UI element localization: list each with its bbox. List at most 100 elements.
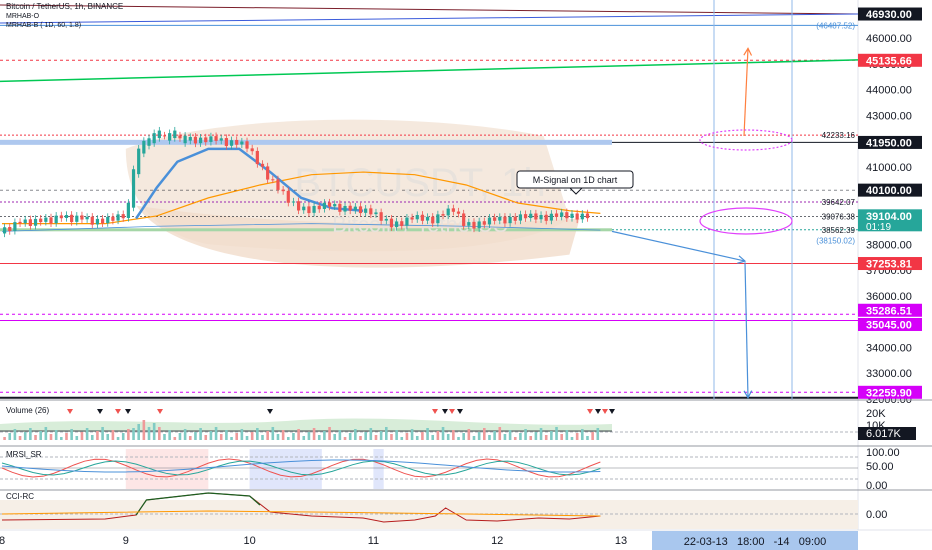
rsi-pane-title[interactable]: MRSI_SR [6,450,42,459]
inline-label: (46487.52) [816,21,855,30]
volume-bar [390,434,393,440]
candle-body [441,214,445,216]
candle-body [291,201,296,203]
level-tag-l35286: 35286.51 [858,303,922,317]
level-tag-l37253: 37253.81 [858,257,922,271]
level-tag-l32259: 32259.90 [858,385,922,399]
volume-bar [508,430,512,440]
volume-bar [194,432,197,440]
candle-body [554,213,559,217]
time-label: 10 [243,535,255,547]
volume-bar [354,429,357,440]
candle-body [183,135,187,144]
candle-body [18,221,22,224]
candle-body [245,141,249,149]
candle-body [80,215,84,220]
volume-bar [173,437,177,440]
candle-body [482,221,486,225]
time-label: 12 [491,535,503,547]
candle-body [333,204,337,207]
price-tick: 36000.00 [866,291,912,303]
candle-body [462,213,466,226]
candle-body [369,208,373,215]
symbol-title[interactable]: Bitcoin / TetherUS, 1h, BINANCE [6,2,123,11]
price-tick: 33000.00 [866,368,912,380]
candle-body [374,212,378,215]
rsi-tick-100: 100.00 [866,447,900,459]
volume-bar [544,435,548,440]
volume-bar [70,429,73,440]
volume-bar [147,427,151,440]
candle-body [539,215,543,220]
level-tag-text: 41950.00 [866,137,912,149]
candle-body [59,215,63,219]
candle-body [508,216,512,224]
volume-bar [13,429,17,440]
candle-body [152,133,156,144]
volume-bar [307,432,311,440]
candle-body [224,138,228,147]
indicator-label-2[interactable]: MRHAB-B ( 1D, 60, 1.8) [6,22,81,29]
volume-bar [503,434,507,440]
candle-body [322,202,326,209]
candle-body [312,205,316,213]
candle-body [498,216,502,221]
candle-body [523,214,528,219]
candle-body [250,148,254,152]
volume-bar [152,423,156,440]
time-axis[interactable]: 8 9 10 11 12 13 [0,535,627,547]
volume-bar [60,437,63,440]
candle-body [85,216,89,220]
volume-bar [483,428,486,440]
volume-bar [317,435,321,440]
annotation-text: M-Signal on 1D chart [533,175,618,185]
candle-body [534,213,538,220]
volume-bar [539,428,543,440]
volume-bar [328,427,331,440]
volume-bar [565,430,569,440]
candle-body [23,219,27,224]
candle-body [64,215,69,218]
volume-bar [348,433,352,440]
volume-bar [281,430,285,440]
tradingview-chart[interactable]: BTCUSDT, 1h Bitcoin / TetherUS M-Signal … [0,0,932,550]
volume-bar [384,427,388,440]
candle-body [395,221,399,228]
volume-bar [137,424,140,440]
volume-bar [488,435,491,440]
volume-bar [132,428,135,440]
candle-body [131,169,136,208]
time-label: 8 [0,535,5,547]
level-tag-l40100: 40100.00 [858,183,922,197]
candle-body [405,217,409,226]
candle-body [281,189,285,192]
volume-bar [338,430,342,440]
volume-bar [415,436,419,440]
candle-body [400,221,404,226]
volume-bar [80,432,84,440]
volume-bar [302,436,306,440]
volume-bar [276,434,280,440]
candle-body [570,213,574,218]
volume-bar [333,434,337,440]
volume-bar [457,437,460,440]
candle-body [260,163,265,167]
volume-bar [230,437,233,440]
level-tag-l39104: 39104.0001:19 [858,209,922,233]
countdown-text: 01:19 [866,222,891,233]
volume-pane-title[interactable]: Volume (26) [6,406,49,415]
candle-body [456,211,461,214]
candle-body [229,140,234,146]
cci-pane-title[interactable]: CCI-RC [6,492,34,501]
volume-bar [54,430,58,440]
candle-body [49,217,53,224]
volume-bar [586,436,589,440]
volume-bar [534,432,538,440]
volume-bar [292,433,295,440]
volume-bar [219,434,223,440]
indicator-label-1[interactable]: MRHAB-O [6,13,40,20]
rsi-tick-50: 50.00 [866,461,894,473]
candle-body [446,208,450,216]
volume-bar [34,435,37,440]
candle-body [431,216,435,224]
